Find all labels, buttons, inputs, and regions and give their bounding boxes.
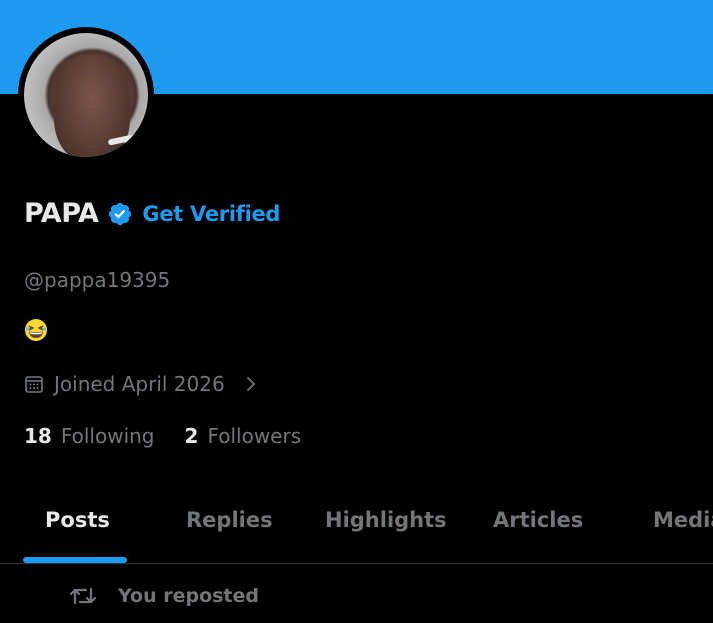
joined-date-row[interactable]: Joined April 2026 [24, 372, 259, 396]
chevron-right-icon [246, 377, 255, 391]
profile-tabs: Posts Replies Highlights Articles Media [0, 488, 713, 563]
verified-badge-icon[interactable] [107, 201, 133, 227]
profile-name: PAPA [24, 198, 99, 229]
followers-label: Followers [207, 424, 302, 448]
calendar-icon [25, 376, 43, 393]
follow-stats: 18 Following 2 Followers [24, 424, 301, 448]
grinning-squinting-face-emoji-icon [25, 319, 47, 341]
get-verified-link[interactable]: Get Verified [142, 202, 280, 226]
tabs-divider [0, 563, 713, 564]
following-count: 18 [24, 424, 52, 448]
tab-media[interactable]: Media [653, 508, 713, 532]
repost-icon [69, 587, 97, 605]
tab-articles[interactable]: Articles [493, 508, 583, 532]
following-label: Following [60, 424, 155, 448]
followers-link[interactable]: 2 Followers [185, 424, 302, 448]
profile-handle: @pappa19395 [24, 268, 171, 292]
repost-text: You reposted [118, 585, 259, 607]
following-link[interactable]: 18 Following [24, 424, 155, 448]
tab-posts[interactable]: Posts [45, 508, 110, 532]
joined-date-text: Joined April 2026 [54, 372, 225, 396]
tab-highlights[interactable]: Highlights [325, 508, 447, 532]
followers-count: 2 [184, 424, 199, 448]
profile-name-row: PAPA Get Verified [24, 198, 280, 229]
avatar[interactable] [18, 27, 154, 163]
repost-context: You reposted [68, 583, 259, 609]
avatar-image [24, 33, 148, 157]
tab-replies[interactable]: Replies [186, 508, 273, 532]
